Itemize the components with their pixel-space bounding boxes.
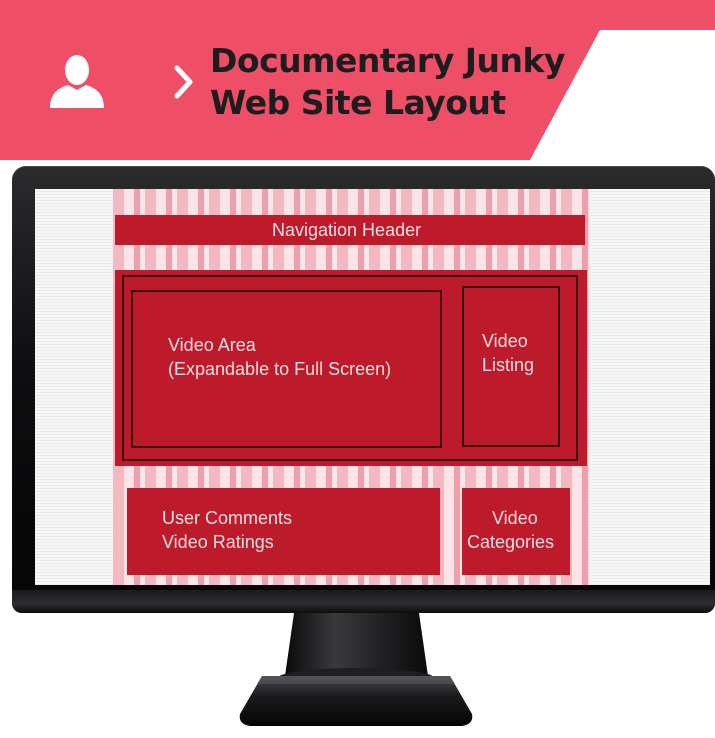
navigation-header-label: Navigation Header <box>272 220 422 240</box>
video-listing-block: Video Listing <box>462 286 560 447</box>
video-ratings-label: Video Ratings <box>162 532 274 552</box>
user-comments-block: User Comments Video Ratings <box>127 488 440 575</box>
page-title: Documentary Junky Web Site Layout <box>210 40 565 124</box>
video-categories-label-line2: Categories <box>467 532 555 552</box>
navigation-header-block: Navigation Header <box>115 215 585 245</box>
title-line-2: Web Site Layout <box>210 83 506 122</box>
video-categories-block: Video Categories <box>462 488 570 575</box>
monitor-chin <box>12 590 715 613</box>
video-area-sublabel: (Expandable to Full Screen) <box>168 359 392 379</box>
user-comments-label: User Comments <box>162 508 293 528</box>
video-listing-label-line2: Listing <box>482 355 535 375</box>
video-area-label: Video Area <box>168 335 256 355</box>
title-banner: Documentary Junky Web Site Layout <box>0 0 715 160</box>
user-icon <box>50 55 104 108</box>
title-line-1: Documentary Junky <box>210 41 565 80</box>
monitor: Navigation Header Video Area (Expandable… <box>0 166 715 738</box>
chevron-right-icon <box>174 65 193 99</box>
video-listing-label-line1: Video <box>482 331 528 351</box>
video-area-block: Video Area (Expandable to Full Screen) <box>131 290 442 448</box>
video-categories-label-line1: Video <box>492 508 538 528</box>
